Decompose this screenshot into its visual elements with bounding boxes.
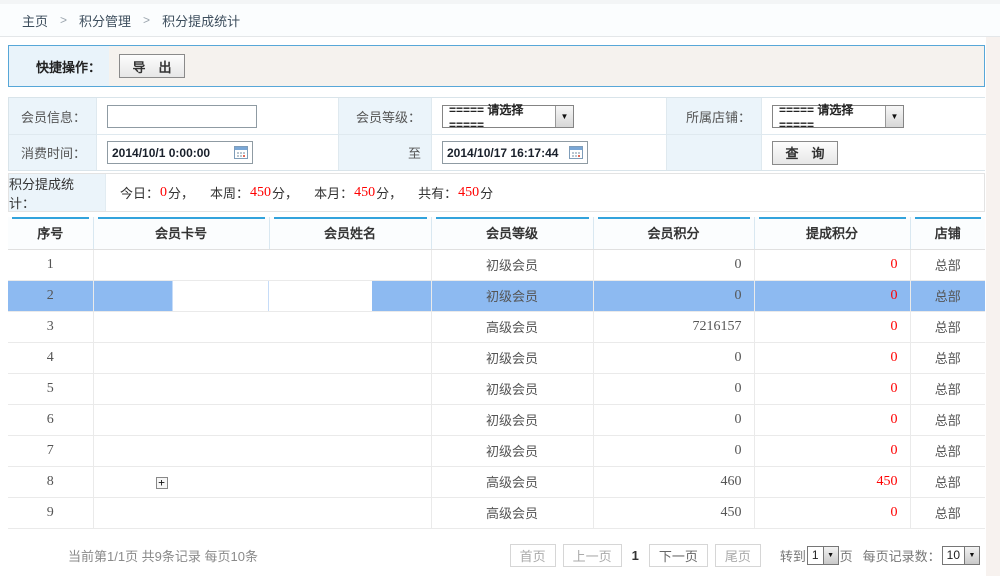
goto-page-group: 转到 1 ▼ 页 每页记录数： 10 ▼ <box>780 546 981 565</box>
table-row[interactable]: 3高级会员72161570总部 <box>8 311 985 342</box>
col-member-name: 会员姓名 <box>269 217 431 249</box>
table-body: 1初级会员00总部2初级会员00总部3高级会员72161570总部4初级会员00… <box>8 249 985 528</box>
store-select[interactable]: ===== 请选择 ===== ▼ <box>772 105 904 128</box>
table-row[interactable]: 8+高级会员460450总部 <box>8 466 985 497</box>
col-member-points: 会员积分 <box>593 217 754 249</box>
consume-time-label: 消费时间： <box>9 134 96 170</box>
store-label: 所属店铺： <box>666 98 761 134</box>
stat-month: 本月： 450 分， <box>314 183 402 202</box>
page-size-value: 10 <box>943 547 964 564</box>
prev-page-button[interactable]: 上一页 <box>563 544 622 567</box>
breadcrumb-separator: > <box>60 13 67 27</box>
expand-plus-icon[interactable]: + <box>156 477 168 489</box>
page-suffix-label: 页 <box>840 546 853 565</box>
time-from-input[interactable]: 2014/10/1 0:00:00 <box>107 141 253 164</box>
stat-today: 今日： 0 分， <box>120 183 194 202</box>
member-level-cell: ===== 请选择 ===== ▼ <box>431 98 666 134</box>
stat-week: 本周： 450 分， <box>210 183 298 202</box>
breadcrumb: 主页 > 积分管理 > 积分提成统计 <box>0 4 1000 37</box>
col-member-level: 会员等级 <box>431 217 593 249</box>
stat-total-value: 450 <box>457 185 480 201</box>
time-to-value: 2014/10/17 16:17:44 <box>447 146 558 160</box>
goto-page-value: 1 <box>808 547 823 564</box>
chevron-down-icon[interactable]: ▼ <box>885 106 903 127</box>
search-cell: 查 询 <box>761 134 986 170</box>
table-row[interactable]: 9高级会员4500总部 <box>8 497 985 528</box>
export-button[interactable]: 导 出 <box>119 54 185 78</box>
current-page-number: 1 <box>629 548 642 563</box>
time-to-cell: 2014/10/17 16:17:44 <box>431 134 666 170</box>
time-from-value: 2014/10/1 0:00:00 <box>112 146 210 160</box>
calendar-icon[interactable] <box>569 146 583 159</box>
table-row[interactable]: 2初级会员00总部 <box>8 280 985 311</box>
calendar-icon[interactable] <box>234 146 248 159</box>
breadcrumb-points-management[interactable]: 积分管理 <box>79 11 131 30</box>
chevron-down-icon[interactable]: ▼ <box>823 547 838 564</box>
quick-ops-bar: 快捷操作： 导 出 <box>8 45 985 87</box>
to-label: 至 <box>338 134 431 170</box>
store-cell: ===== 请选择 ===== ▼ <box>761 98 986 134</box>
filter-form: 会员信息： 会员等级： ===== 请选择 ===== ▼ 所属店铺： ====… <box>8 97 985 171</box>
empty-filter-cell <box>666 134 761 170</box>
breadcrumb-separator: > <box>143 13 150 27</box>
table-row[interactable]: 6初级会员00总部 <box>8 404 985 435</box>
last-page-button[interactable]: 尾页 <box>715 544 761 567</box>
pagination-bar: 当前第1/1页 共9条记录 每页10条 首页 上一页 1 下一页 尾页 转到 1… <box>8 529 985 567</box>
goto-page-select[interactable]: 1 ▼ <box>807 546 839 565</box>
time-to-input[interactable]: 2014/10/17 16:17:44 <box>442 141 588 164</box>
stat-total: 共有： 450 分 <box>418 183 493 202</box>
stat-month-value: 450 <box>353 185 376 201</box>
commission-table: 序号 会员卡号 会员姓名 会员等级 会员积分 提成积分 店铺 1初级会员00总部… <box>8 217 985 529</box>
time-from-cell: 2014/10/1 0:00:00 <box>96 134 338 170</box>
table-row[interactable]: 5初级会员00总部 <box>8 373 985 404</box>
goto-label: 转到 <box>780 546 806 565</box>
table-row[interactable]: 1初级会员00总部 <box>8 249 985 280</box>
points-commission-page: 主页 > 积分管理 > 积分提成统计 快捷操作： 导 出 会员信息： 会员等级：… <box>0 0 1000 576</box>
table-row[interactable]: 7初级会员00总部 <box>8 435 985 466</box>
stats-bar: 积分提成统计： 今日： 0 分， 本周： 450 分， 本月： 450 分， <box>8 173 985 212</box>
col-store: 店铺 <box>910 217 985 249</box>
stats-items: 今日： 0 分， 本周： 450 分， 本月： 450 分， 共有： 450 <box>106 174 493 211</box>
table-row[interactable]: 4初级会员00总部 <box>8 342 985 373</box>
first-page-button[interactable]: 首页 <box>510 544 556 567</box>
member-info-input[interactable] <box>107 105 257 128</box>
chevron-down-icon[interactable]: ▼ <box>964 547 979 564</box>
col-card-number: 会员卡号 <box>93 217 269 249</box>
stat-today-value: 0 <box>159 185 168 201</box>
main-content: 快捷操作： 导 出 会员信息： 会员等级： ===== 请选择 ===== ▼ … <box>8 45 985 567</box>
breadcrumb-current-page: 积分提成统计 <box>162 11 240 30</box>
member-info-label: 会员信息： <box>9 98 96 134</box>
breadcrumb-home[interactable]: 主页 <box>22 11 48 30</box>
table-header-row: 序号 会员卡号 会员姓名 会员等级 会员积分 提成积分 店铺 <box>8 217 985 249</box>
member-info-cell <box>96 98 338 134</box>
member-level-label: 会员等级： <box>338 98 431 134</box>
pagination-controls: 首页 上一页 1 下一页 尾页 转到 1 ▼ 页 每页记录数： 10 ▼ <box>510 544 981 567</box>
col-commission-points: 提成积分 <box>754 217 910 249</box>
right-gutter <box>986 37 1000 576</box>
search-button[interactable]: 查 询 <box>772 141 838 165</box>
store-selected-value: ===== 请选择 ===== <box>773 106 885 127</box>
member-level-selected-value: ===== 请选择 ===== <box>443 106 555 127</box>
chevron-down-icon[interactable]: ▼ <box>555 106 573 127</box>
col-serial: 序号 <box>8 217 93 249</box>
pagination-summary: 当前第1/1页 共9条记录 每页10条 <box>68 546 258 565</box>
quick-ops-label: 快捷操作： <box>9 46 109 86</box>
member-level-select[interactable]: ===== 请选择 ===== ▼ <box>442 105 574 128</box>
stats-label: 积分提成统计： <box>9 174 106 211</box>
page-size-label: 每页记录数： <box>863 546 941 565</box>
stat-week-value: 450 <box>249 185 272 201</box>
page-size-select[interactable]: 10 ▼ <box>942 546 980 565</box>
next-page-button[interactable]: 下一页 <box>649 544 708 567</box>
